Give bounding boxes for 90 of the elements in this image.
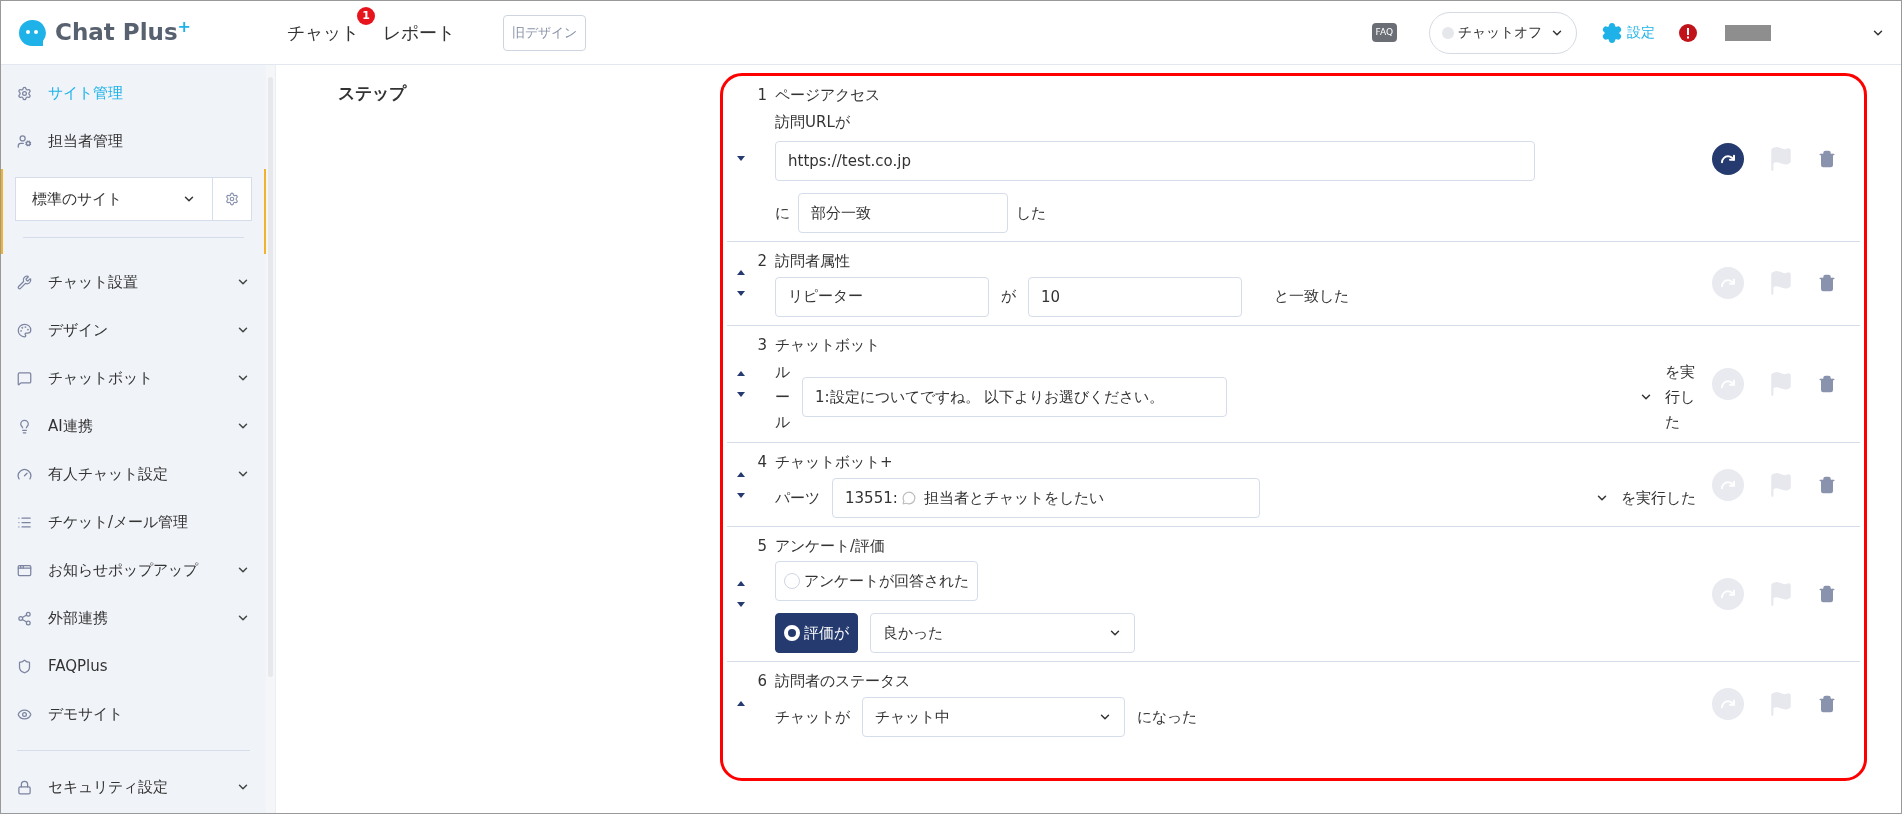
label-text: になった: [1137, 706, 1197, 728]
step-title: チャットボット+: [775, 452, 893, 474]
conjunction-text: が: [1001, 286, 1016, 308]
step-title: ページアクセス: [775, 85, 880, 106]
sidebar-item[interactable]: デザイン: [1, 306, 266, 354]
trash-icon[interactable]: [1818, 149, 1836, 168]
step-title: アンケート/評価: [775, 535, 886, 557]
move-down-icon[interactable]: [737, 391, 745, 397]
alert-icon[interactable]: [1679, 23, 1697, 42]
move-down-icon[interactable]: [737, 156, 745, 161]
gear-icon: [1601, 21, 1623, 44]
sidebar-item[interactable]: お知らせポップアップ: [1, 546, 266, 594]
select-field[interactable]: 1:設定についてですね。 以下よりお選びください。: [802, 377, 1227, 418]
input-field[interactable]: 10: [1028, 276, 1242, 317]
skip-button[interactable]: [1712, 142, 1744, 175]
sidebar-item[interactable]: チケット/メール管理: [1, 498, 266, 546]
wrench-icon: [17, 274, 32, 290]
move-down-icon[interactable]: [737, 602, 745, 607]
label-text: パーツ: [775, 487, 820, 509]
user-avatar[interactable]: [1725, 24, 1771, 41]
chat-icon: [17, 370, 32, 386]
sidebar-item[interactable]: 担当者管理: [1, 117, 266, 165]
part-id-text: 13551:: [845, 487, 898, 509]
palette-icon: [17, 322, 32, 338]
rule-label: ルール: [775, 362, 790, 433]
gear-icon: [225, 192, 239, 206]
faq-icon[interactable]: FAQ: [1371, 22, 1397, 43]
sidebar-item[interactable]: 有人チャット設定: [1, 450, 266, 498]
step-number: 3: [756, 334, 767, 356]
input-field[interactable]: 部分一致: [798, 193, 1008, 233]
move-up-icon[interactable]: [737, 581, 745, 586]
step-number: 6: [756, 671, 767, 693]
input-field[interactable]: https://test.co.jp: [775, 141, 1535, 181]
window-icon: [17, 562, 32, 578]
select-field[interactable]: 良かった: [870, 613, 1135, 654]
eye-icon: [17, 706, 32, 722]
label-text: に: [775, 202, 790, 224]
select-field[interactable]: 13551: 担当者とチャットをしたい: [832, 477, 1260, 518]
list-icon: [17, 514, 32, 530]
trash-icon[interactable]: [1818, 475, 1836, 494]
label-text: チャットが: [775, 706, 850, 728]
step-title: 訪問者属性: [775, 251, 850, 272]
part-name-text: 担当者とチャットをしたい: [923, 487, 1104, 509]
radio-option[interactable]: アンケートが回答された: [775, 561, 978, 602]
step-number: 1: [756, 85, 767, 106]
label-text: と一致した: [1274, 286, 1349, 308]
scrollbar[interactable]: [266, 65, 276, 813]
section-label: ステップ: [338, 82, 408, 105]
trash-icon[interactable]: [1818, 694, 1836, 713]
nav-link[interactable]: レポート: [383, 22, 455, 43]
radio-option[interactable]: 評価が: [775, 613, 858, 654]
nav-link[interactable]: チャット: [287, 22, 359, 43]
step-number: 5: [756, 535, 767, 557]
lock-icon: [17, 779, 32, 795]
suffix-text: を実行した: [1664, 362, 1696, 433]
move-up-icon[interactable]: [737, 701, 745, 706]
step-title: チャットボット: [775, 334, 880, 356]
move-down-icon[interactable]: [737, 291, 745, 297]
gear-icon: [17, 85, 32, 101]
move-down-icon[interactable]: [737, 492, 745, 498]
bulb-icon: [17, 418, 32, 434]
step-number: 4: [756, 452, 767, 474]
label-text: した: [1016, 202, 1046, 224]
move-up-icon[interactable]: [737, 370, 745, 376]
share-icon: [17, 610, 32, 626]
step-title: 訪問者のステータス: [775, 671, 910, 693]
move-up-icon[interactable]: [737, 471, 745, 477]
label-text: 訪問URLが: [775, 111, 851, 133]
select-field[interactable]: チャット中: [862, 696, 1125, 737]
count-badge: 1: [357, 7, 375, 25]
sidebar-item[interactable]: チャットボット: [1, 354, 266, 402]
sidebar-item[interactable]: FAQPlus: [1, 642, 266, 690]
sidebar-item[interactable]: 外部連携: [1, 594, 266, 642]
step-number: 2: [756, 251, 767, 272]
move-up-icon[interactable]: [737, 270, 745, 276]
sidebar-item[interactable]: AI連携: [1, 402, 266, 450]
logo-icon: [17, 17, 47, 48]
gauge-icon: [17, 466, 32, 482]
sidebar-item[interactable]: デモサイト: [1, 690, 266, 738]
input-field[interactable]: リピーター: [775, 276, 989, 317]
trash-icon[interactable]: [1818, 374, 1836, 393]
trash-icon[interactable]: [1818, 585, 1836, 603]
sidebar-item[interactable]: チャット設置: [1, 258, 266, 306]
user-gear-icon: [17, 133, 32, 149]
label-text: を実行した: [1621, 487, 1696, 509]
speech-bubble-icon: [901, 490, 916, 505]
trash-icon[interactable]: [1818, 274, 1836, 293]
logo-text: Chat Plus$^{+}$: [55, 16, 191, 48]
shield-icon: [17, 658, 32, 674]
sidebar-item[interactable]: セキュリティ設定: [1, 763, 266, 811]
